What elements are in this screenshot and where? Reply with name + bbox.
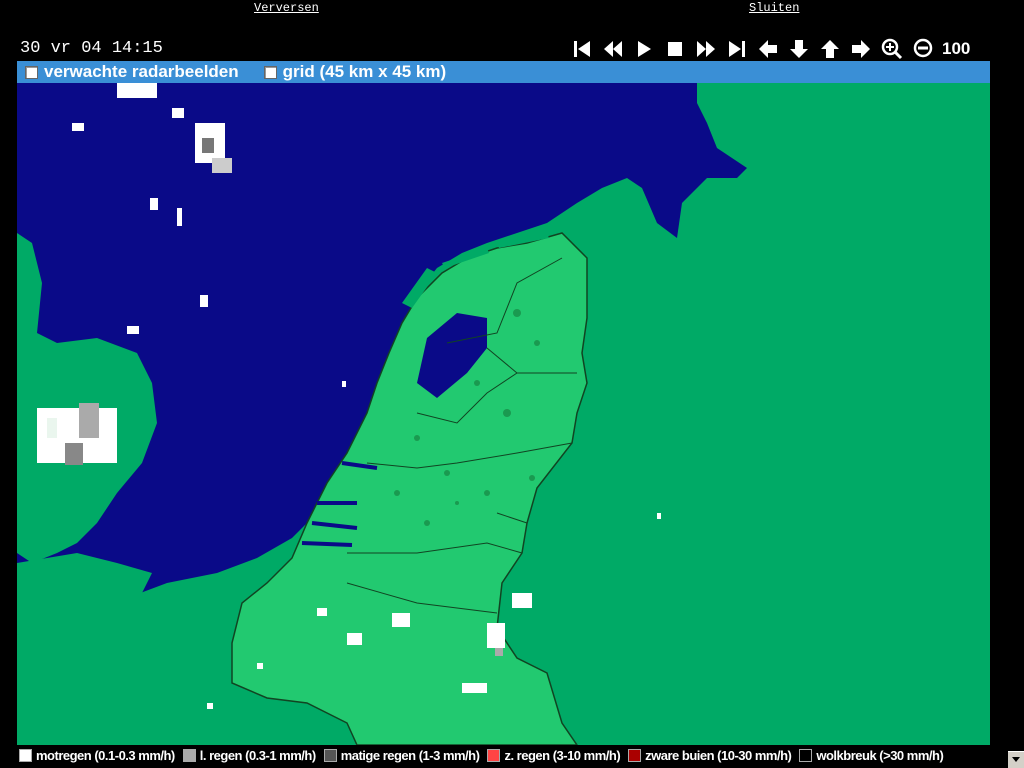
- grid-option[interactable]: grid (45 km x 45 km): [256, 62, 446, 82]
- zoom-level: 100: [942, 39, 971, 58]
- legend-swatch: [323, 749, 337, 762]
- legend-swatch: [799, 749, 813, 762]
- legend-label: zware buien (10-30 mm/h): [645, 748, 792, 763]
- legend-swatch: [628, 749, 642, 762]
- legend-label: l. regen (0.3-1 mm/h): [199, 748, 316, 763]
- pan-up-icon: [820, 40, 839, 58]
- scroll-down-icon: [1012, 757, 1020, 762]
- legend-label: motregen (0.1-0.3 mm/h): [36, 748, 175, 763]
- grid-checkbox[interactable]: [263, 65, 277, 79]
- options-bar: verwachte radarbeelden grid (45 km x 45 …: [17, 61, 990, 83]
- legend-swatch: [182, 749, 196, 762]
- zoom-out-icon: [913, 38, 932, 58]
- last-frame-icon: [728, 41, 745, 57]
- pan-left-button[interactable]: [752, 36, 783, 62]
- zoom-in-button[interactable]: [876, 36, 907, 62]
- legend-item: wolkbreuk (>30 mm/h): [797, 748, 944, 763]
- pan-right-button[interactable]: [845, 36, 876, 62]
- play-icon: [637, 41, 651, 57]
- rewind-icon: [603, 41, 622, 57]
- legend-item: zware buien (10-30 mm/h): [626, 748, 792, 763]
- legend-swatch: [19, 749, 32, 762]
- close-link[interactable]: Sluiten: [749, 1, 799, 15]
- fast-forward-button[interactable]: [690, 36, 721, 62]
- pan-down-icon: [789, 40, 808, 58]
- legend-label: wolkbreuk (>30 mm/h): [816, 748, 944, 763]
- stop-icon: [667, 42, 682, 56]
- zoom-out-button[interactable]: [907, 36, 938, 62]
- fast-forward-icon: [696, 41, 715, 57]
- legend-item: l. regen (0.3-1 mm/h): [181, 748, 316, 763]
- forecast-option[interactable]: verwachte radarbeelden: [17, 62, 239, 82]
- play-button[interactable]: [628, 36, 659, 62]
- playback-toolbar: 100: [566, 36, 990, 62]
- pan-down-button[interactable]: [783, 36, 814, 62]
- radar-map[interactable]: [17, 83, 990, 745]
- stop-button[interactable]: [659, 36, 690, 62]
- radar-map-svg: [17, 83, 990, 745]
- pan-right-icon: [851, 40, 870, 58]
- scroll-down-button[interactable]: [1008, 751, 1024, 768]
- last-frame-button[interactable]: [721, 36, 752, 62]
- precipitation-legend: motregen (0.1-0.3 mm/h) l. regen (0.3-1 m…: [17, 745, 990, 766]
- pan-left-icon: [758, 40, 777, 58]
- forecast-label: verwachte radarbeelden: [44, 62, 239, 81]
- radar-timestamp: 30 vr 04 14:15: [20, 39, 163, 58]
- forecast-checkbox[interactable]: [25, 65, 38, 79]
- first-frame-button[interactable]: [566, 36, 597, 62]
- legend-swatch: [487, 749, 501, 762]
- first-frame-icon: [573, 41, 590, 57]
- refresh-link[interactable]: Verversen: [254, 1, 319, 15]
- pan-up-button[interactable]: [814, 36, 845, 62]
- legend-label: z. regen (3-10 mm/h): [504, 748, 621, 763]
- rewind-button[interactable]: [597, 36, 628, 62]
- legend-item: matige regen (1-3 mm/h): [322, 748, 480, 763]
- legend-label: matige regen (1-3 mm/h): [340, 748, 480, 763]
- grid-label: grid (45 km x 45 km): [282, 62, 447, 81]
- legend-item: motregen (0.1-0.3 mm/h): [17, 748, 175, 763]
- legend-item: z. regen (3-10 mm/h): [485, 748, 621, 763]
- zoom-in-icon: [881, 38, 902, 60]
